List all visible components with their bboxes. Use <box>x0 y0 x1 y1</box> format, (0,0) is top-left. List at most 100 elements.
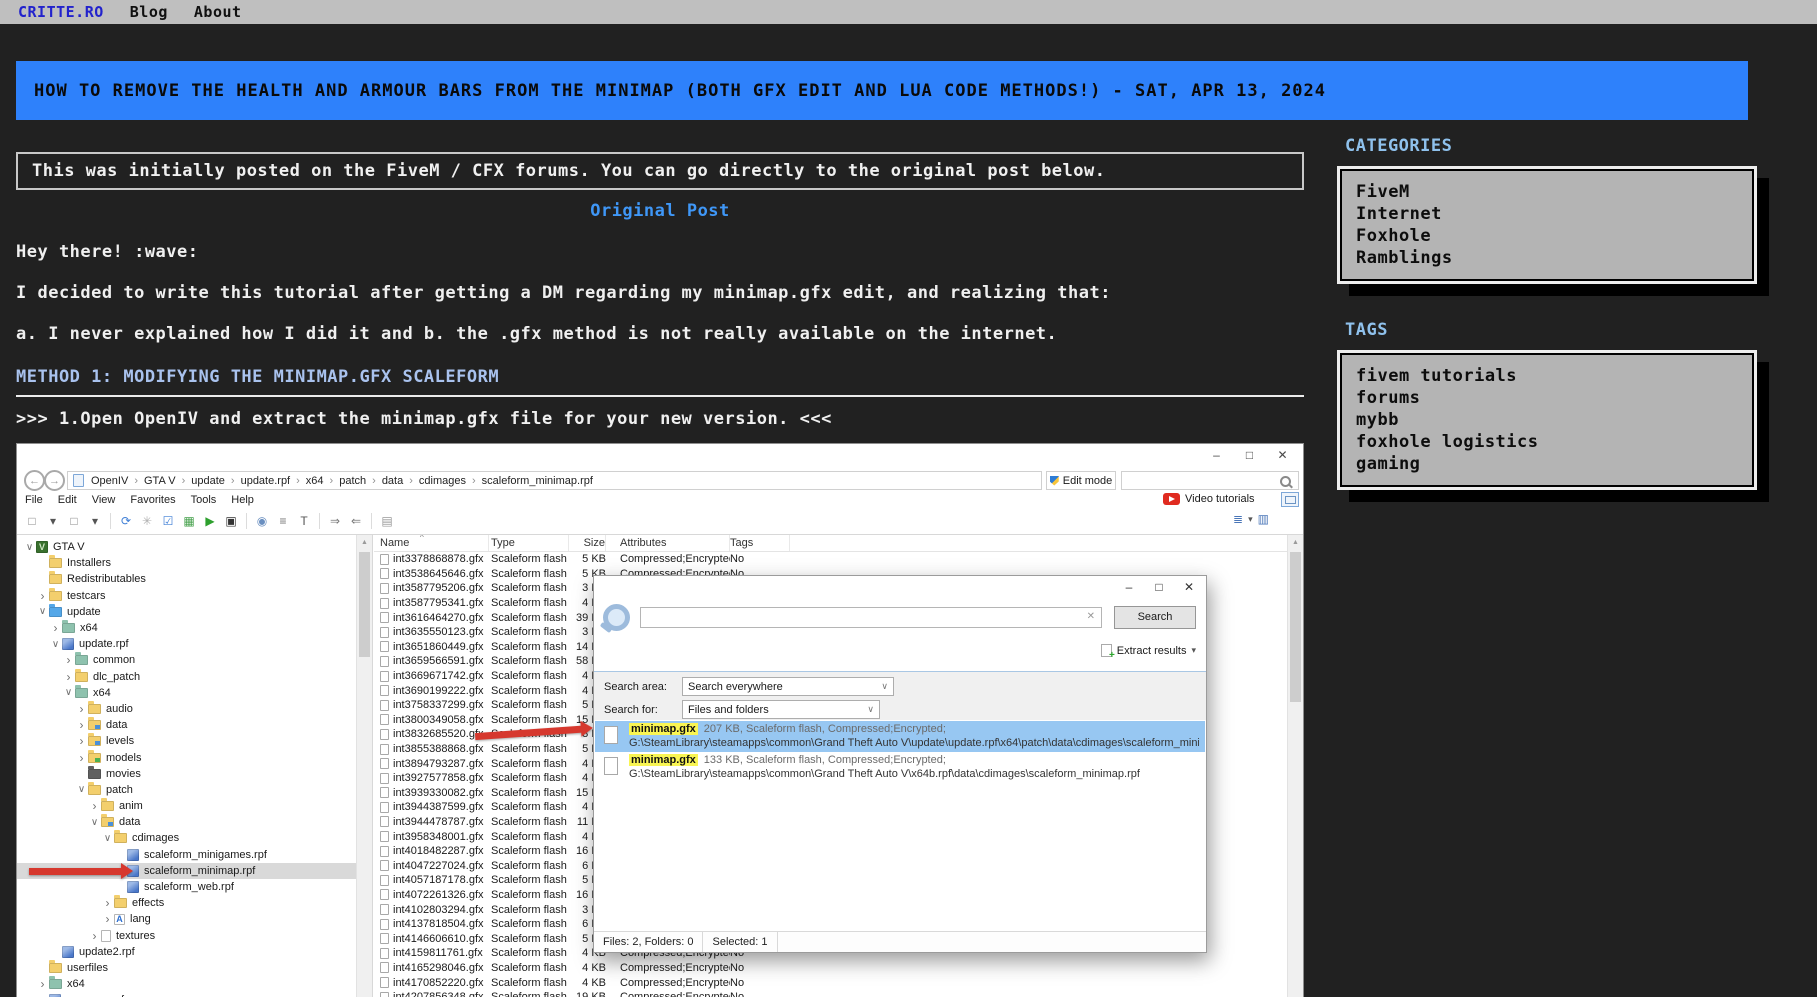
forward-icon[interactable]: → <box>44 470 65 491</box>
video-tutorials-link[interactable]: Video tutorials <box>1163 493 1255 505</box>
tree-item-common.rpf[interactable]: common.rpf <box>17 992 372 997</box>
post-title-banner[interactable]: HOW TO REMOVE THE HEALTH AND ARMOUR BARS… <box>16 61 1748 120</box>
chevron-down-icon[interactable]: ∨ <box>75 784 88 795</box>
chevron-right-icon[interactable]: › <box>49 621 62 635</box>
minimize-icon[interactable]: – <box>1200 444 1233 466</box>
file-row-int4170852220.gfx[interactable]: int4170852220.gfxScaleform flash4 KBComp… <box>374 975 1287 990</box>
import-icon[interactable]: ⇐ <box>347 512 365 530</box>
view-dropdown-icon[interactable]: ▾ <box>1248 514 1253 525</box>
file-row-int4207856348.gfx[interactable]: int4207856348.gfxScaleform flash19 KBCom… <box>374 990 1287 997</box>
task-list-icon[interactable]: ☑ <box>159 512 177 530</box>
chevron-down-icon[interactable]: ∨ <box>101 833 114 844</box>
tree-item-levels[interactable]: ›levels <box>17 733 372 749</box>
tree-item-update[interactable]: ∨update <box>17 604 372 620</box>
tree-item-testcars[interactable]: ›testcars <box>17 588 372 604</box>
search-result-2[interactable]: minimap.gfx133 KB, Scaleform flash, Comp… <box>595 752 1205 783</box>
menu-item-edit[interactable]: Edit <box>58 494 77 506</box>
category-link-internet[interactable]: Internet <box>1356 203 1738 225</box>
scroll-up-icon[interactable]: ▲ <box>357 535 372 550</box>
column-header-tags[interactable]: Tags <box>730 535 790 551</box>
breadcrumb-item-update.rpf[interactable]: update.rpf <box>238 475 294 487</box>
chevron-right-icon[interactable]: › <box>75 751 88 765</box>
font-view-icon[interactable]: T <box>295 512 313 530</box>
column-header-size[interactable]: Size <box>569 535 606 551</box>
column-header-type[interactable]: Type <box>489 535 569 551</box>
close-icon[interactable]: ✕ <box>1174 576 1204 598</box>
chevron-right-icon[interactable]: › <box>62 653 75 667</box>
add-file-icon[interactable]: □ <box>65 512 83 530</box>
maximize-icon[interactable]: □ <box>1144 576 1174 598</box>
tree-item-textures[interactable]: ›textures <box>17 928 372 944</box>
tree-item-Installers[interactable]: Installers <box>17 555 372 571</box>
clear-icon[interactable]: ✕ <box>1087 611 1095 622</box>
back-icon[interactable]: ← <box>24 470 45 491</box>
tree-item-userfiles[interactable]: userfiles <box>17 960 372 976</box>
search-result-1[interactable]: minimap.gfx207 KB, Scaleform flash, Comp… <box>595 721 1205 752</box>
export-icon[interactable]: ⇒ <box>326 512 344 530</box>
tree-item-effects[interactable]: ›effects <box>17 895 372 911</box>
chevron-down-icon[interactable]: ∨ <box>49 639 62 650</box>
tree-item-Redistributables[interactable]: Redistributables <box>17 571 372 587</box>
settings-icon[interactable]: ✳ <box>138 512 156 530</box>
tree-item-models[interactable]: ›models <box>17 749 372 765</box>
chevron-right-icon[interactable]: › <box>36 977 49 991</box>
tree-scrollbar[interactable]: ▲ <box>356 535 372 997</box>
chevron-right-icon[interactable]: › <box>62 670 75 684</box>
category-link-fivem[interactable]: FiveM <box>1356 181 1738 203</box>
new-file-dropdown-icon[interactable]: ▾ <box>44 512 62 530</box>
refresh-icon[interactable]: ⟳ <box>117 512 135 530</box>
search-for-select[interactable]: Files and folders ∨ <box>682 700 880 719</box>
chevron-right-icon[interactable]: › <box>101 912 114 926</box>
text-view-icon[interactable]: ≡ <box>274 512 292 530</box>
menu-item-view[interactable]: View <box>92 494 116 506</box>
chevron-down-icon[interactable]: ∨ <box>23 542 36 553</box>
column-header-attributes[interactable]: Attributes <box>620 535 730 551</box>
tag-link-forums[interactable]: forums <box>1356 387 1738 409</box>
breadcrumb-item-cdimages[interactable]: cdimages <box>416 475 469 487</box>
search-input[interactable] <box>1121 471 1299 490</box>
tree-scrollbar-thumb[interactable] <box>359 552 370 657</box>
chevron-right-icon[interactable]: › <box>75 734 88 748</box>
menu-item-help[interactable]: Help <box>231 494 254 506</box>
tree-item-common[interactable]: ›common <box>17 652 372 668</box>
chevron-down-icon[interactable]: ∨ <box>88 817 101 828</box>
tree-item-patch[interactable]: ∨patch <box>17 782 372 798</box>
add-file-dropdown-icon[interactable]: ▾ <box>86 512 104 530</box>
tag-link-mybb[interactable]: mybb <box>1356 409 1738 431</box>
chevron-down-icon[interactable]: ∨ <box>62 687 75 698</box>
breadcrumb-item-patch[interactable]: patch <box>336 475 369 487</box>
tree-item-GTA-V[interactable]: ∨GTA V <box>17 539 372 555</box>
tree-item-movies[interactable]: movies <box>17 766 372 782</box>
search-in-files-icon[interactable]: ◉ <box>253 512 271 530</box>
nav-item-blog[interactable]: Blog <box>130 3 168 21</box>
breadcrumb-item-x64[interactable]: x64 <box>303 475 327 487</box>
chevron-right-icon[interactable]: › <box>75 702 88 716</box>
column-header-name[interactable]: Name <box>374 535 489 551</box>
minimize-icon[interactable]: – <box>1114 576 1144 598</box>
breadcrumb-item-OpenIV[interactable]: OpenIV <box>88 475 131 487</box>
close-icon[interactable]: ✕ <box>1266 444 1299 466</box>
breadcrumb-item-scaleform_minimap.rpf[interactable]: scaleform_minimap.rpf <box>479 475 596 487</box>
menu-item-tools[interactable]: Tools <box>191 494 217 506</box>
tree-item-data[interactable]: ∨data <box>17 814 372 830</box>
extract-results-button[interactable]: Extract results ▾ <box>1101 644 1196 657</box>
edit-mode-button[interactable]: Edit mode <box>1046 471 1116 490</box>
tree-item-x64[interactable]: ›x64 <box>17 976 372 992</box>
scroll-up-icon[interactable]: ▲ <box>1288 535 1303 550</box>
tree-item-x64[interactable]: ∨x64 <box>17 685 372 701</box>
tree-item-scaleform_minigames.rpf[interactable]: scaleform_minigames.rpf <box>17 847 372 863</box>
tree-item-update.rpf[interactable]: ∨update.rpf <box>17 636 372 652</box>
category-link-ramblings[interactable]: Ramblings <box>1356 247 1738 269</box>
tree-item-anim[interactable]: ›anim <box>17 798 372 814</box>
tree-item-cdimages[interactable]: ∨cdimages <box>17 830 372 846</box>
package-icon[interactable]: ▣ <box>222 512 240 530</box>
tree-item-lang[interactable]: ›lang <box>17 911 372 927</box>
template-icon[interactable]: ▤ <box>378 512 396 530</box>
chevron-right-icon[interactable]: › <box>101 896 114 910</box>
category-link-foxhole[interactable]: Foxhole <box>1356 225 1738 247</box>
chevron-right-icon[interactable]: › <box>88 799 101 813</box>
tree-item-update2.rpf[interactable]: update2.rpf <box>17 944 372 960</box>
tag-link-fivem-tutorials[interactable]: fivem tutorials <box>1356 365 1738 387</box>
nav-item-about[interactable]: About <box>194 3 242 21</box>
tag-link-foxhole-logistics[interactable]: foxhole logistics <box>1356 431 1738 453</box>
